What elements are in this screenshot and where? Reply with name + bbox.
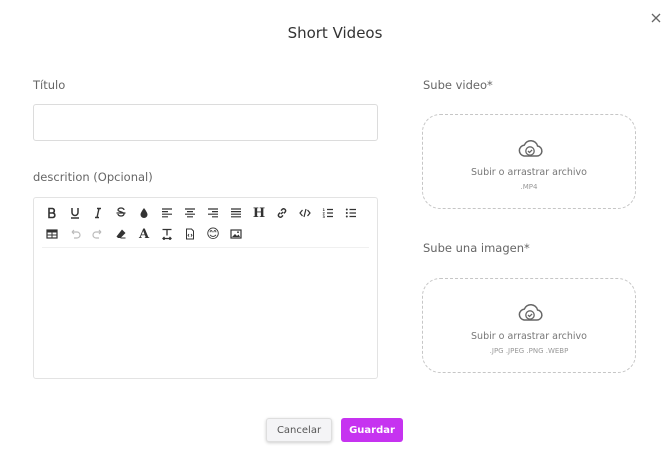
cancel-button[interactable]: Cancelar [266, 418, 332, 442]
strikethrough-icon[interactable] [111, 203, 131, 223]
image-dropzone-text: Subir o arrastrar archivo [471, 331, 587, 342]
image-dropzone-formats: .JPG .JPEG .PNG .WEBP [489, 347, 569, 355]
code-icon[interactable] [295, 203, 315, 223]
video-dropzone-formats: .MP4 [520, 183, 538, 191]
video-dropzone[interactable]: Subir o arrastrar archivo .MP4 [422, 114, 636, 209]
editor-content-area[interactable] [42, 252, 369, 372]
align-center-icon[interactable] [180, 203, 200, 223]
eraser-icon[interactable] [111, 224, 131, 244]
text-size-icon[interactable] [157, 224, 177, 244]
modal-title: Short Videos [287, 24, 383, 42]
table-icon[interactable] [42, 224, 62, 244]
font-icon[interactable]: A [134, 224, 154, 244]
document-code-icon[interactable] [180, 224, 200, 244]
image-upload-label: Sube una imagen* [423, 241, 530, 255]
titulo-label: Título [33, 78, 66, 92]
video-upload-label: Sube video* [423, 78, 493, 92]
video-dropzone-text: Subir o arrastrar archivo [471, 167, 587, 178]
color-drop-icon[interactable] [134, 203, 154, 223]
undo-icon[interactable] [65, 224, 85, 244]
editor-divider [42, 247, 369, 248]
ordered-list-icon[interactable]: 123 [318, 203, 338, 223]
titulo-input[interactable] [33, 104, 378, 141]
align-left-icon[interactable] [157, 203, 177, 223]
underline-icon[interactable] [65, 203, 85, 223]
align-justify-icon[interactable] [226, 203, 246, 223]
italic-icon[interactable] [88, 203, 108, 223]
save-button[interactable]: Guardar [341, 418, 403, 442]
image-dropzone[interactable]: Subir o arrastrar archivo .JPG .JPEG .PN… [422, 278, 636, 373]
svg-text:3: 3 [323, 215, 326, 219]
descripcion-label: descrition (Opcional) [33, 170, 153, 184]
align-right-icon[interactable] [203, 203, 223, 223]
heading-icon[interactable]: H [249, 203, 269, 223]
cloud-check-icon [516, 301, 544, 325]
emoji-icon[interactable]: 😊 [203, 224, 223, 244]
image-icon[interactable] [226, 224, 246, 244]
unordered-list-icon[interactable] [341, 203, 361, 223]
cloud-check-icon [516, 137, 544, 161]
redo-icon[interactable] [88, 224, 108, 244]
bold-icon[interactable] [42, 203, 62, 223]
link-icon[interactable] [272, 203, 292, 223]
rich-text-editor: H 123 A 😊 [33, 197, 378, 379]
